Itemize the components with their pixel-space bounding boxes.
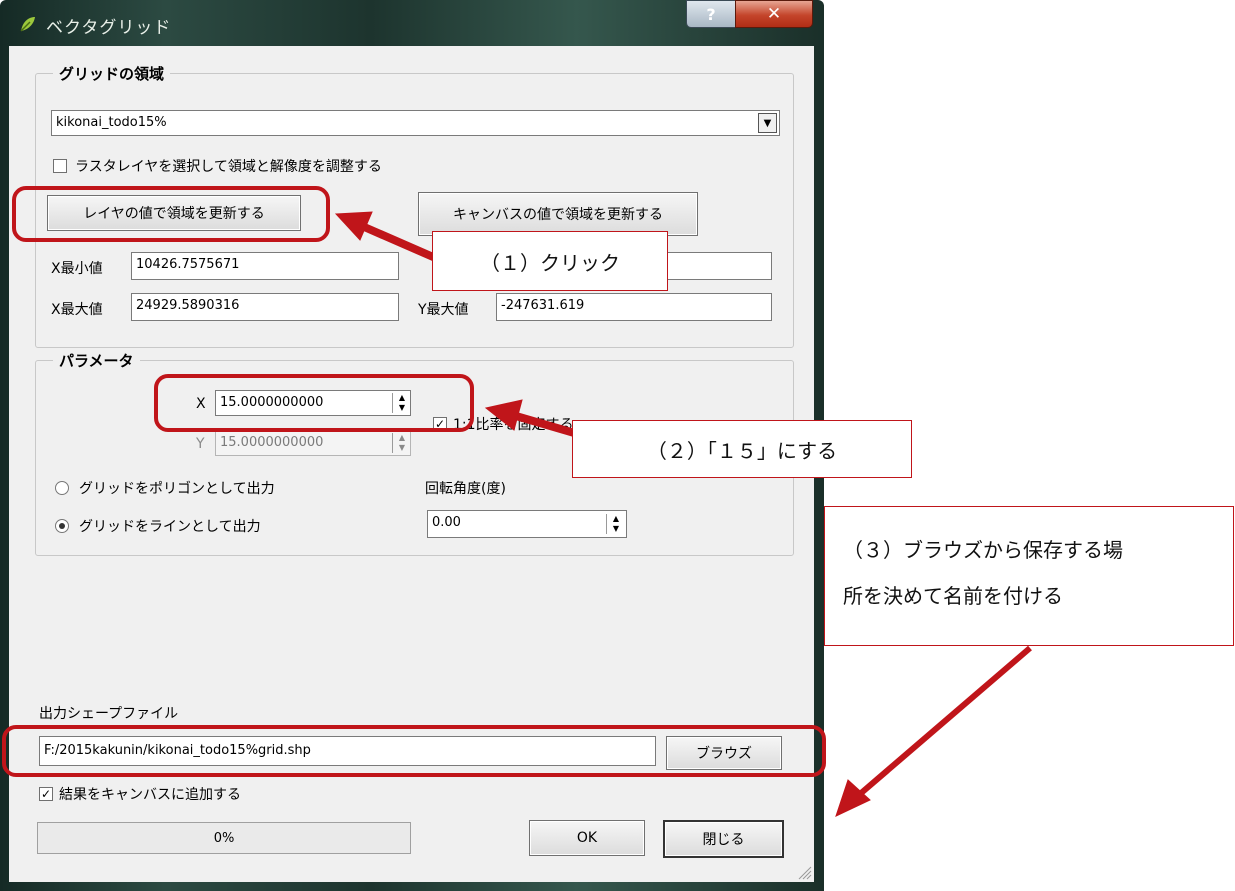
callout-step1: （１）クリック — [432, 231, 668, 291]
callout-step2-text: （２）「１５」にする — [646, 438, 838, 463]
arrow-step1 — [334, 211, 442, 264]
callout-step3-line2: 所を決めて名前を付ける — [843, 584, 1063, 608]
callout-step1-text: （１）クリック — [480, 250, 620, 275]
arrow-step3 — [835, 645, 1032, 817]
callout-step3: （３）ブラウズから保存する場 所を決めて名前を付ける — [824, 506, 1234, 646]
callout-step2: （２）「１５」にする — [572, 420, 912, 478]
callout-step3-line1: （３）ブラウズから保存する場 — [843, 538, 1123, 562]
